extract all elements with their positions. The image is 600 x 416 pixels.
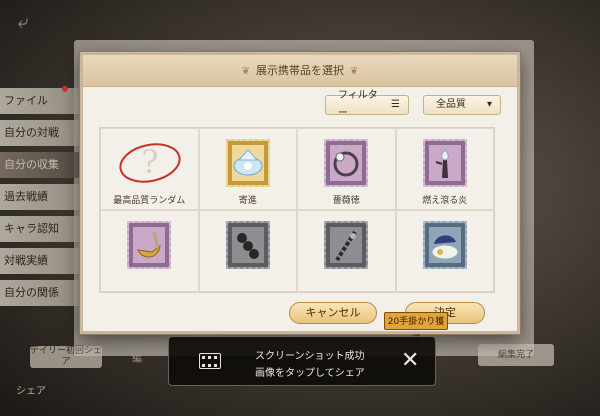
item-cell-chalice[interactable] (100, 210, 199, 292)
back-arrow-icon[interactable]: ⤶ (10, 8, 36, 34)
screenshot-toast[interactable]: スクリーンショット成功 画像をタップしてシェア ✕ (168, 336, 436, 386)
sidebar-item-my-collection[interactable]: 自分の収集 (0, 152, 80, 178)
sidebar-item-achievements[interactable]: 対戦実績 (0, 248, 80, 274)
item-label: 最高品質ランダム (113, 196, 186, 206)
dialog-header: ❦ 展示携帯品を選択 ❦ (83, 55, 517, 87)
quality-dropdown[interactable]: 全品質 ▾ (423, 95, 501, 115)
sidebar-item-character[interactable]: キャラ認知 (0, 216, 80, 242)
svg-text:?: ? (142, 143, 159, 181)
daily-share-chip[interactable]: デイリー初回シェア (30, 346, 102, 368)
item-label: 燃え滾る炎 (422, 196, 468, 206)
sidebar-item-my-matches[interactable]: 自分の対戦 (0, 120, 80, 146)
golden-chalice-icon (137, 231, 161, 258)
ornament-right-icon: ❦ (350, 66, 359, 77)
film-strip-icon (199, 353, 221, 369)
item-label: 薔薇徳 (332, 196, 360, 206)
item-cell-rose[interactable]: 薔薇徳 (297, 128, 396, 210)
stamp-frame (225, 221, 270, 269)
quality-label: 全品質 (436, 99, 466, 110)
list-icon: ☰ (391, 99, 400, 110)
cancel-button[interactable]: キャンセル (289, 302, 377, 324)
stamp-frame (422, 221, 467, 269)
close-icon[interactable]: ✕ (401, 349, 419, 373)
question-mark-icon: ? (119, 143, 181, 183)
stamp-frame (324, 139, 369, 187)
edit-done-chip[interactable]: 編集完了 (478, 344, 554, 366)
toast-hint: 画像をタップしてシェア (255, 368, 365, 379)
item-cell-chain[interactable] (297, 210, 396, 292)
stamp-frame (422, 139, 467, 187)
reward-badge: 20手掛かり獲得 (384, 312, 448, 345)
filter-label: フィルター (338, 90, 378, 119)
share-label[interactable]: シェア (16, 382, 46, 397)
stamp-frame (225, 139, 270, 187)
item-cell-flame[interactable]: 燃え滾る炎 (395, 128, 494, 210)
item-cell-random[interactable]: ? 最高品質ランダム (100, 128, 199, 210)
snow-cloud-icon (431, 235, 459, 260)
filter-dropdown[interactable]: フィルター ☰ (325, 90, 409, 119)
select-item-dialog: ❦ 展示携帯品を選択 ❦ フィルター ☰ 全品質 ▾ ? 最高品質ランダム 寄進… (80, 52, 520, 334)
stamp-frame (127, 221, 172, 269)
item-cell-snowcloud[interactable] (395, 210, 494, 292)
crystal-offering-icon (233, 149, 263, 176)
sidebar: ファイル 自分の対戦 自分の収集 過去戦績 キャラ認知 対戦実績 自分の関係 (0, 86, 80, 312)
sidebar-item-relations[interactable]: 自分の関係 (0, 280, 80, 306)
sidebar-item-file[interactable]: ファイル (0, 88, 80, 114)
ornament-left-icon: ❦ (241, 66, 250, 77)
toast-message: スクリーンショット成功 (255, 351, 365, 362)
beaded-bracelet-icon (236, 233, 259, 259)
chain-pendant-icon (335, 230, 357, 262)
sidebar-item-history[interactable]: 過去戦績 (0, 184, 80, 210)
item-label: 寄進 (238, 196, 257, 206)
edit-label: 編 (132, 354, 142, 365)
item-cell-beads[interactable] (198, 210, 297, 292)
chevron-down-icon: ▾ (486, 99, 492, 110)
item-grid: ? 最高品質ランダム 寄進 薔薇徳 燃え滾る炎 (99, 127, 495, 293)
item-cell-kishin[interactable]: 寄進 (198, 128, 297, 210)
rose-bracelet-icon (333, 151, 359, 177)
dialog-title: 展示携帯品を選択 (256, 64, 344, 77)
dialog-toolbar: フィルター ☰ 全品質 ▾ (325, 90, 501, 119)
lamp-flame-icon (435, 149, 449, 178)
notification-dot (62, 86, 68, 92)
stamp-frame (324, 221, 369, 269)
